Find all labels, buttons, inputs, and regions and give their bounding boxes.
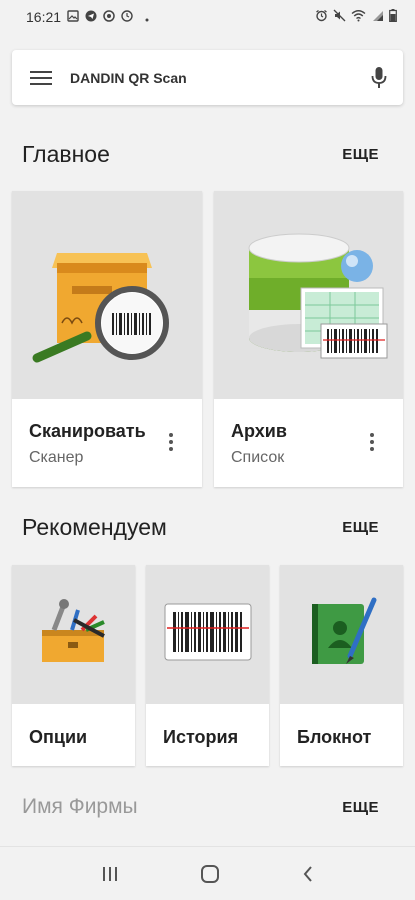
card-archive-image [214, 191, 403, 399]
card-archive-title: Архив [231, 421, 287, 441]
telegram-icon [85, 9, 97, 25]
signal-icon [371, 9, 384, 25]
section-recommended-header: Рекомендуем ЕЩЕ [0, 509, 415, 545]
section-main-header: Главное ЕЩЕ [0, 136, 415, 172]
image-icon [67, 9, 79, 25]
section-recommended-title: Рекомендуем [22, 513, 167, 540]
system-nav-bar [0, 846, 415, 900]
card-history-title: История [163, 727, 239, 747]
battery-icon [389, 9, 397, 25]
menu-icon[interactable] [30, 70, 52, 86]
card-history-image [146, 565, 269, 704]
toolbox-icon [34, 592, 114, 677]
home-icon[interactable] [200, 864, 220, 884]
card-scan[interactable]: ↑↑ Сканировать Сканер [12, 191, 202, 487]
app-title: DANDIN QR Scan [70, 69, 187, 86]
back-icon[interactable] [301, 865, 315, 883]
card-history[interactable]: История [146, 565, 269, 766]
dot-icon [145, 9, 149, 25]
card-scan-more-icon[interactable] [161, 427, 181, 457]
box-magnifier-barcode-icon: ↑↑ [27, 218, 187, 373]
status-bar: 16:21 [0, 0, 415, 34]
mute-icon [333, 9, 346, 25]
card-archive-subtitle: Список [231, 449, 285, 466]
card-archive[interactable]: Архив Список [214, 191, 403, 487]
status-bar-left: 16:21 [26, 9, 149, 25]
barcode-icon [163, 602, 253, 667]
search-bar[interactable]: DANDIN QR Scan [12, 50, 403, 105]
section-company-more-button[interactable]: ЕЩЕ [342, 799, 379, 816]
card-notebook[interactable]: Блокнот [280, 565, 403, 766]
card-notebook-title: Блокнот [297, 727, 372, 747]
address-book-icon [302, 592, 382, 677]
card-scan-image: ↑↑ [12, 191, 202, 399]
mic-icon[interactable] [371, 66, 387, 90]
card-options[interactable]: Опции [12, 565, 135, 766]
status-bar-right [315, 9, 397, 25]
section-company-title: Имя Фирмы [22, 795, 138, 818]
section-main-more-button[interactable]: ЕЩЕ [342, 146, 379, 163]
section-recommended-more-button[interactable]: ЕЩЕ [342, 519, 379, 536]
card-notebook-image [280, 565, 403, 704]
database-barcode-icon [229, 218, 389, 373]
status-time: 16:21 [26, 9, 62, 25]
headset-icon [103, 9, 115, 25]
card-archive-more-icon[interactable] [362, 427, 382, 457]
clock-icon [121, 9, 133, 25]
wifi-icon [351, 9, 366, 25]
recents-icon[interactable] [101, 865, 119, 883]
card-scan-subtitle: Сканер [29, 449, 84, 466]
card-options-title: Опции [29, 727, 88, 747]
card-options-image [12, 565, 135, 704]
section-company-header: Имя Фирмы ЕЩЕ [0, 789, 415, 825]
alarm-icon [315, 9, 328, 25]
section-main-title: Главное [22, 140, 110, 167]
card-scan-title: Сканировать [29, 421, 146, 441]
